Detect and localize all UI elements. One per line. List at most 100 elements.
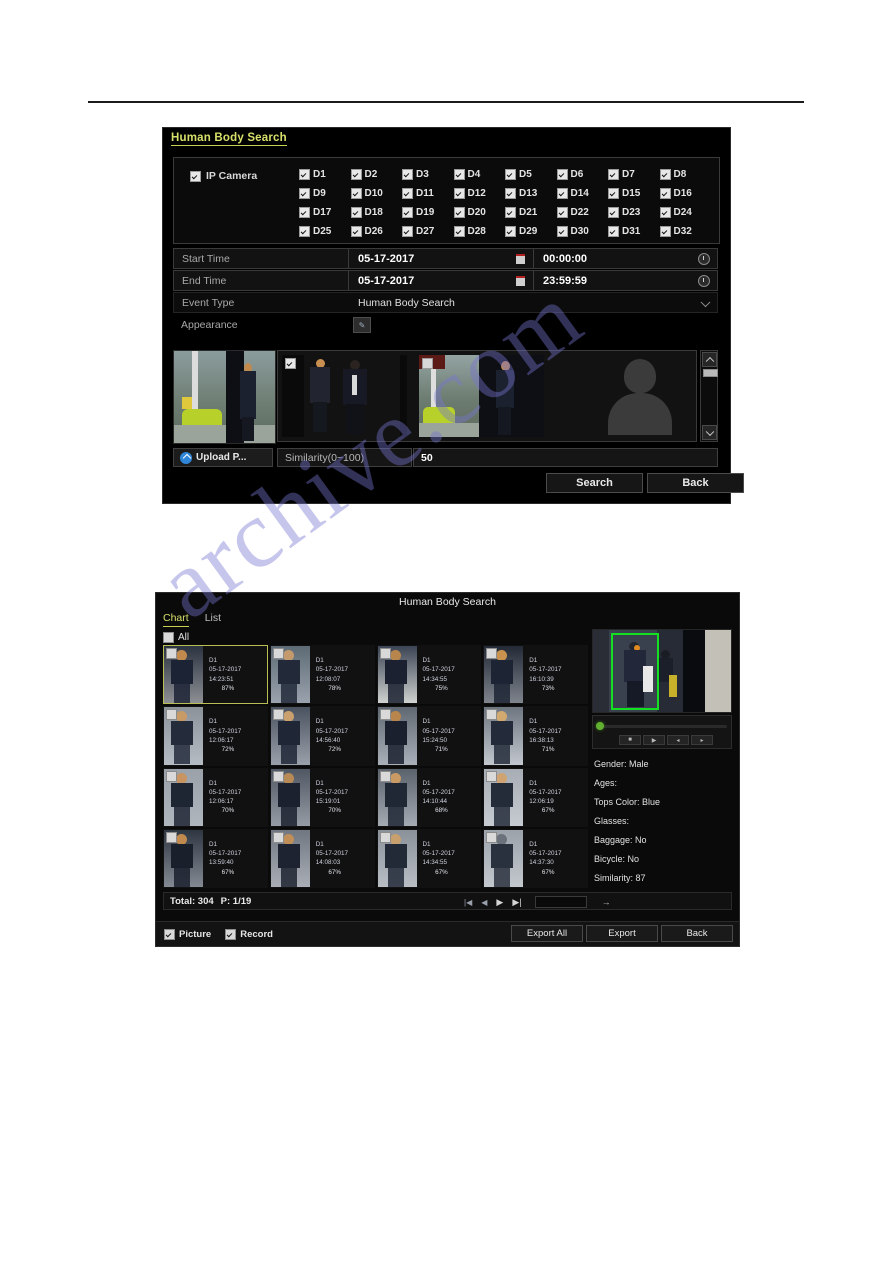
checkbox-icon[interactable] [608,188,619,199]
checkbox-icon[interactable] [164,928,175,940]
record-export-checkbox[interactable]: Record [225,928,273,940]
checkbox-icon[interactable] [379,770,391,782]
checkbox-icon[interactable] [486,770,498,782]
similarity-input[interactable]: 50 [413,448,718,467]
result-thumbnail[interactable] [484,707,524,765]
camera-channel-d1[interactable]: D1 [299,169,351,180]
matched-picture-item[interactable] [282,355,407,437]
camera-channel-d17[interactable]: D17 [299,207,351,218]
go-to-page-button[interactable]: → [602,897,611,907]
scroll-down-button[interactable] [702,425,717,440]
result-thumbnail[interactable] [270,829,310,887]
camera-channel-d12[interactable]: D12 [453,188,506,199]
checkbox-icon[interactable] [556,169,568,180]
camera-channel-d15[interactable]: D15 [608,188,660,199]
select-all-checkbox[interactable]: All [163,632,189,643]
result-item[interactable]: D1 05-17-2017 14:23:51 87% [163,645,268,705]
export-all-button[interactable]: Export All [511,925,583,942]
checkbox-icon[interactable] [608,169,619,180]
checkbox-icon[interactable] [486,831,498,843]
result-item[interactable]: D1 05-17-2017 14:34:55 67% [376,828,482,888]
result-item[interactable]: D1 05-17-2017 14:08:03 67% [269,828,375,888]
page-number-input[interactable] [534,896,587,908]
checkbox-icon[interactable] [272,770,284,782]
result-item[interactable]: D1 05-17-2017 12:08:07 78% [269,645,375,705]
play-icon[interactable]: ▶ [643,735,665,745]
checkbox-icon[interactable] [350,226,362,237]
checkbox-icon[interactable] [659,188,671,199]
result-thumbnail[interactable] [377,707,417,765]
checkbox-icon[interactable] [166,648,177,659]
result-thumbnail[interactable] [377,829,417,887]
camera-channel-d29[interactable]: D29 [505,226,557,237]
checkbox-icon[interactable] [272,709,284,721]
playback-slider[interactable] [599,725,727,728]
camera-channel-d16[interactable]: D16 [659,188,712,199]
checkbox-icon[interactable] [486,648,498,659]
checkbox-icon[interactable] [299,169,310,180]
stop-icon[interactable]: ■ [619,735,641,745]
result-item[interactable]: D1 05-17-2017 15:24:50 71% [376,706,482,766]
checkbox-icon[interactable] [422,358,433,369]
checkbox-icon[interactable] [190,170,201,182]
result-thumbnail[interactable] [270,646,310,704]
picture-export-checkbox[interactable]: Picture [164,928,211,940]
export-button[interactable]: Export [586,925,658,942]
checkbox-icon[interactable] [350,188,362,199]
result-thumbnail[interactable] [164,768,203,826]
checkbox-icon[interactable] [299,226,310,237]
matched-picture-item[interactable] [419,355,544,437]
end-date-field[interactable]: 05-17-2017 [350,271,534,290]
scroll-up-button[interactable] [702,352,717,367]
result-thumbnail[interactable] [377,646,417,704]
checkbox-icon[interactable] [166,709,177,721]
camera-channel-d10[interactable]: D10 [350,188,403,199]
camera-channel-d18[interactable]: D18 [350,207,403,218]
result-thumbnail[interactable] [484,768,524,826]
camera-channel-d14[interactable]: D14 [556,188,609,199]
result-thumbnail[interactable] [484,829,524,887]
camera-channel-d30[interactable]: D30 [556,226,609,237]
back-button[interactable]: Back [647,473,744,493]
camera-channel-d6[interactable]: D6 [556,169,609,180]
camera-channel-d11[interactable]: D11 [402,188,454,199]
result-item[interactable]: D1 05-17-2017 12:06:17 72% [163,706,268,766]
back-button[interactable]: Back [661,925,733,942]
camera-channel-d3[interactable]: D3 [402,169,454,180]
checkbox-icon[interactable] [379,831,391,843]
checkbox-icon[interactable] [402,207,413,218]
result-thumbnail[interactable] [164,646,203,704]
first-page-icon[interactable]: |◀ [464,898,472,907]
checkbox-icon[interactable] [453,169,465,180]
search-button[interactable]: Search [546,473,643,493]
checkbox-icon[interactable] [505,207,516,218]
camera-channel-d4[interactable]: D4 [453,169,506,180]
result-item[interactable]: D1 05-17-2017 14:56:40 72% [269,706,375,766]
camera-channel-d21[interactable]: D21 [505,207,557,218]
result-thumbnail[interactable] [270,768,310,826]
camera-channel-d25[interactable]: D25 [299,226,351,237]
scrollbar-thumb[interactable] [703,369,718,377]
result-item[interactable]: D1 05-17-2017 15:19:01 70% [269,767,375,827]
checkbox-icon[interactable] [163,632,174,643]
result-thumbnail[interactable] [270,707,310,765]
checkbox-icon[interactable] [556,226,568,237]
result-thumbnail[interactable] [164,707,203,765]
camera-channel-d23[interactable]: D23 [608,207,660,218]
checkbox-icon[interactable] [350,169,362,180]
result-item[interactable]: D1 05-17-2017 12:06:17 70% [163,767,268,827]
tab-chart[interactable]: Chart [163,612,189,627]
checkbox-icon[interactable] [350,207,362,218]
upload-picture-button[interactable]: Upload P... [173,448,273,467]
checkbox-icon[interactable] [166,770,177,782]
checkbox-icon[interactable] [556,188,568,199]
result-thumbnail[interactable] [377,768,417,826]
camera-channel-d7[interactable]: D7 [608,169,660,180]
result-item[interactable]: D1 05-17-2017 12:06:19 67% [483,767,588,827]
camera-channel-d8[interactable]: D8 [659,169,712,180]
checkbox-icon[interactable] [402,188,413,199]
camera-channel-d22[interactable]: D22 [556,207,609,218]
prev-frame-icon[interactable]: ◂ [667,735,689,745]
checkbox-icon[interactable] [505,226,516,237]
clock-icon[interactable] [698,252,710,265]
